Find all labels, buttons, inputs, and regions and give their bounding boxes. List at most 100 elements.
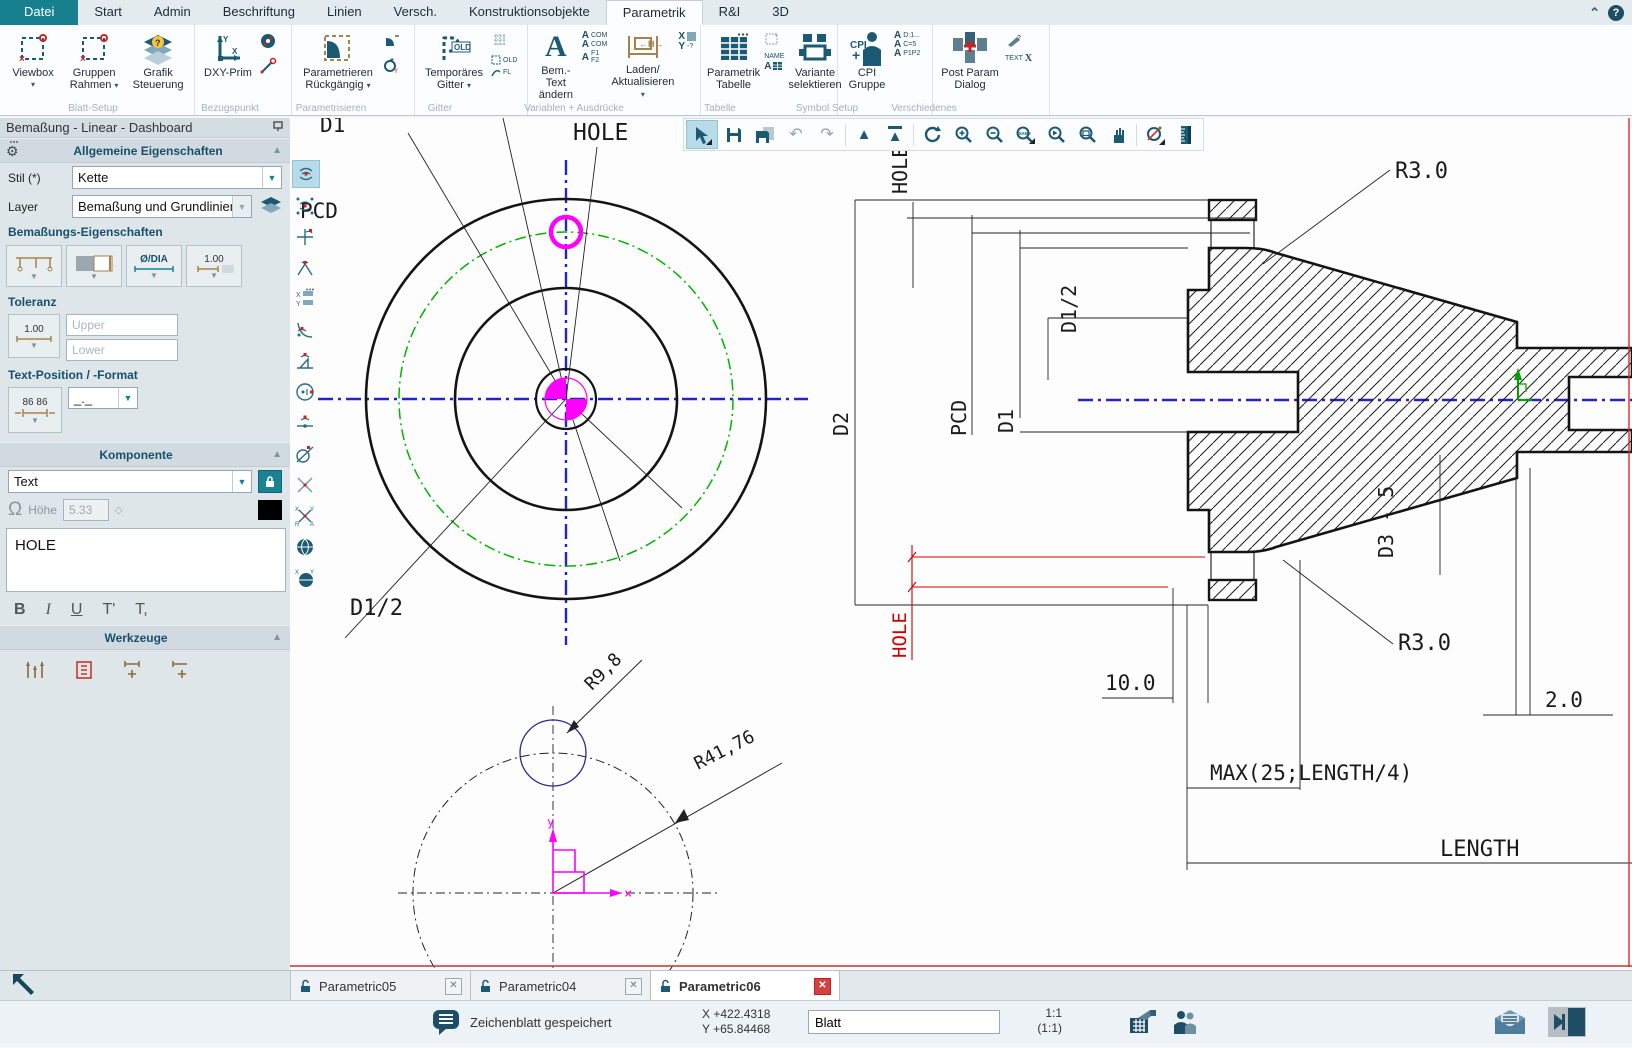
grid-icon[interactable] <box>491 32 517 53</box>
layers-icon[interactable] <box>260 196 282 217</box>
tolerance-upper-input[interactable] <box>66 314 178 336</box>
a-c5-icon[interactable]: AC=5 <box>894 41 920 48</box>
a-f1f2-icon[interactable]: AF1 F2 <box>582 50 608 64</box>
ruler-button[interactable] <box>1171 121 1201 148</box>
tolerance-lower-input[interactable] <box>66 339 178 361</box>
dxy-prim-button[interactable]: YX DXY-Prim <box>199 28 257 102</box>
close-tab-icon[interactable]: ✕ <box>445 978 462 995</box>
collapse-panel-icon[interactable] <box>1548 1001 1586 1043</box>
xy-query-icon[interactable]: Y-? <box>678 43 696 50</box>
parametrieren-rueckgaengig-button[interactable]: Parametrieren Rückgängig ▾ <box>296 28 380 102</box>
grid-old-icon[interactable]: OLD <box>491 55 517 65</box>
bold-button[interactable]: B <box>14 601 26 619</box>
dim-angle-tool[interactable] <box>292 255 318 281</box>
pan-hand-button[interactable] <box>1103 121 1133 148</box>
a-com-icon[interactable]: ACOM <box>582 32 608 39</box>
a-table-icon[interactable]: A <box>764 62 784 70</box>
close-tab-icon[interactable]: ✕ <box>814 978 831 995</box>
dim-tool-insert-icon[interactable] <box>120 658 146 685</box>
chevron-down-icon[interactable]: ▼ <box>262 167 281 188</box>
dim-curve-tool[interactable] <box>292 317 318 343</box>
zoom-in-button[interactable] <box>948 121 978 148</box>
gear-icon[interactable]: ⚙ <box>0 140 24 161</box>
undo-button[interactable]: ↶ <box>781 121 811 148</box>
pin-icon[interactable] <box>272 120 284 135</box>
a-p1p2-icon[interactable]: AP1P2 <box>894 50 920 57</box>
menu-tab-konstruktionsobjekte[interactable]: Konstruktionsobjekte <box>453 0 606 25</box>
save-button[interactable] <box>719 121 749 148</box>
save-as-button[interactable] <box>750 121 780 148</box>
post-param-dialog-button[interactable]: Post Param Dialog <box>937 28 1003 102</box>
menu-tab-start[interactable]: Start <box>78 0 137 25</box>
redo-button[interactable]: ↷ <box>812 121 842 148</box>
tolerance-style-button[interactable]: 1.00 ▼ <box>8 314 60 358</box>
stil-select[interactable]: Kette▼ <box>72 166 282 189</box>
dim-node-tool[interactable] <box>292 224 318 250</box>
snap-grid-icon[interactable] <box>1128 1001 1158 1043</box>
chevron-down-icon[interactable]: ▼ <box>232 471 251 492</box>
align-top-edge-button[interactable]: ▲ <box>880 121 910 148</box>
name-table-icon[interactable]: NAME <box>764 53 784 60</box>
zoom-out-button[interactable] <box>979 121 1009 148</box>
compass-icon[interactable] <box>259 32 277 55</box>
dim-point-tool[interactable] <box>292 160 320 188</box>
dim-diameter-button[interactable]: Ø/DIA ▼ <box>126 245 182 287</box>
omega-symbol-button[interactable]: Ω <box>8 499 22 521</box>
sheet-tab-parametric05[interactable]: Parametric05 ✕ <box>291 971 471 1001</box>
text-x-icon[interactable]: TEXTX <box>1005 55 1032 62</box>
dim-globe-tool[interactable] <box>292 534 318 560</box>
dim-xyra-tool[interactable]: XYRA <box>292 503 318 529</box>
dim-style-chain-button[interactable]: ▼ <box>6 245 62 287</box>
layer-select[interactable]: Bemaßung und Grundlinien▼ <box>72 195 252 218</box>
dim-circle-tool[interactable] <box>292 379 318 405</box>
italic-button[interactable]: I <box>46 601 51 619</box>
collapse-tools-icon[interactable]: ▲ <box>272 632 290 643</box>
bem-text-aendern-button[interactable]: A Bem.-Text ändern <box>532 28 580 102</box>
collapse-ribbon-icon[interactable]: ⌃ <box>1589 5 1600 21</box>
subscript-button[interactable]: T, <box>135 601 147 619</box>
select-arrow-button[interactable] <box>686 120 718 149</box>
text-color-swatch[interactable] <box>258 500 282 520</box>
viewbox-button[interactable]: × Viewbox ▾ <box>4 28 62 102</box>
zoom-sheet-button[interactable] <box>1072 121 1102 148</box>
menu-tab-admin[interactable]: Admin <box>138 0 207 25</box>
dim-tangent-tool[interactable] <box>292 441 318 467</box>
drawing-canvas[interactable]: HOLE D1 PCD D1/2 R9,8 R41,76 y × <box>290 118 1632 970</box>
menu-tab-3d[interactable]: 3D <box>756 0 805 25</box>
sheet-tab-parametric04[interactable]: Parametric04 ✕ <box>471 971 651 1001</box>
dim-orientation-button[interactable]: ▼ <box>66 245 122 287</box>
menu-tab-ri[interactable]: R&I <box>703 0 757 25</box>
underline-button[interactable]: U <box>71 601 83 619</box>
parametrik-tabelle-button[interactable]: Parametrik Tabelle <box>705 28 762 102</box>
chevron-down-icon[interactable]: ▼ <box>118 388 137 408</box>
collapse-component-icon[interactable]: ▲ <box>272 449 290 460</box>
lock-icon[interactable] <box>258 470 282 493</box>
number-format-select[interactable]: _._ ▼ <box>68 387 138 409</box>
temporaeres-gitter-button[interactable]: OLD Temporäres Gitter ▾ <box>419 28 489 102</box>
sheet-name-input[interactable] <box>808 1010 1000 1034</box>
dim-delete-tool[interactable] <box>292 472 318 498</box>
dim-tool-append-icon[interactable] <box>168 658 194 685</box>
dim-slope-tool[interactable] <box>292 348 318 374</box>
laden-aktualisieren-button[interactable]: ←H→ Laden/ Aktualisieren ▾ <box>609 28 676 102</box>
dim-xy-list-tool[interactable]: XY <box>292 286 318 312</box>
dim-unit-button[interactable]: 1.00 ▼ <box>186 245 242 287</box>
height-input[interactable] <box>63 499 109 521</box>
dim-linear-tool[interactable] <box>292 410 318 436</box>
menu-tab-versch[interactable]: Versch. <box>378 0 453 25</box>
measure-circle-button[interactable] <box>1140 121 1170 148</box>
dim-scatter-tool[interactable] <box>292 193 318 219</box>
xy-fill-icon[interactable]: X <box>678 32 696 41</box>
measure-pen-icon[interactable] <box>259 57 277 80</box>
corner-arrow-icon[interactable] <box>10 971 38 999</box>
rotate-xy-icon[interactable]: Y <box>382 57 400 80</box>
menu-tab-linien[interactable]: Linien <box>311 0 378 25</box>
menu-tab-beschriftung[interactable]: Beschriftung <box>207 0 311 25</box>
general-section-header[interactable]: ⚙ Allgemeine Eigenschaften ▲ <box>0 138 290 163</box>
pen-question-icon[interactable]: ? <box>1005 32 1032 53</box>
text-position-button[interactable]: 86 86 ▼ <box>8 387 62 433</box>
parametrize-small-icon[interactable] <box>382 32 400 55</box>
menu-tab-parametrik[interactable]: Parametrik <box>606 0 703 25</box>
dim-tool-frame-icon[interactable] <box>72 658 98 685</box>
component-type-select[interactable]: Text ▼ <box>8 470 252 493</box>
